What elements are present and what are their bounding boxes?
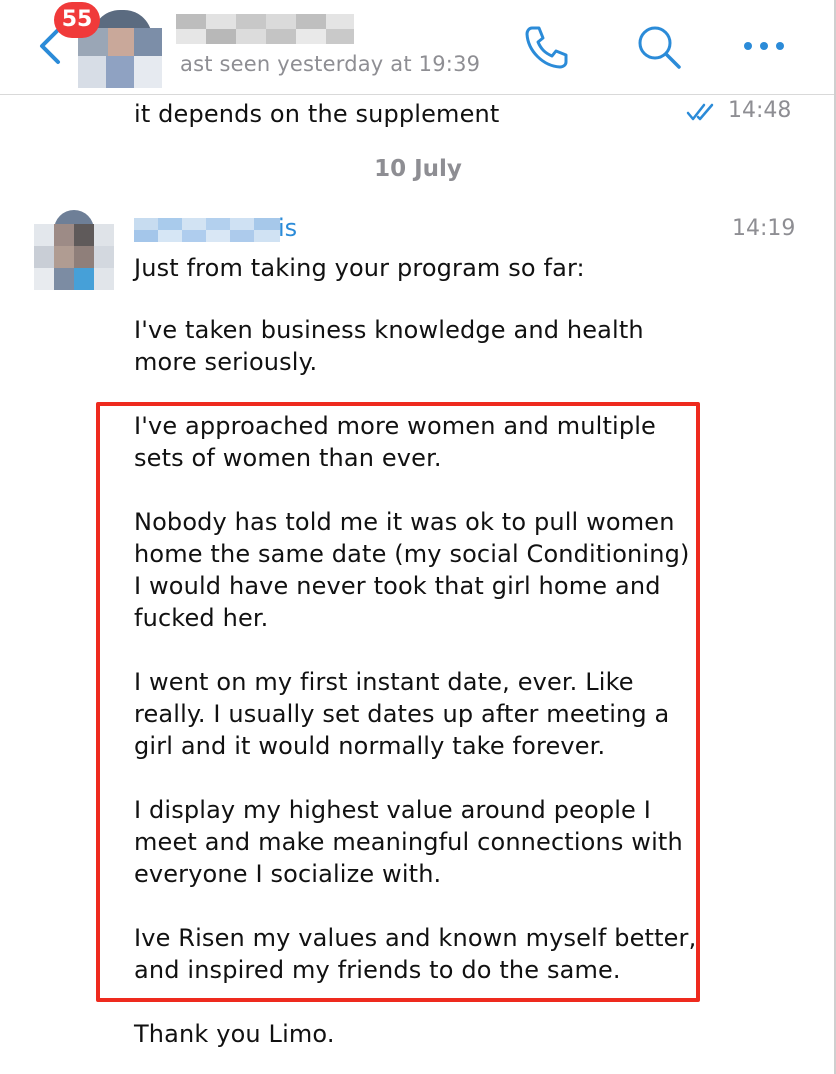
contact-name-redacted[interactable]	[176, 14, 354, 44]
message-paragraph: Thank you Limo.	[134, 1020, 335, 1048]
phone-icon	[525, 26, 568, 69]
unread-count-badge: 55	[54, 2, 100, 38]
last-seen-status: ast seen yesterday at 19:39	[180, 52, 481, 76]
search-button[interactable]	[636, 24, 682, 70]
sender-avatar[interactable]	[34, 210, 114, 290]
more-horizontal-icon	[744, 42, 784, 50]
date-separator: 10 July	[374, 156, 462, 182]
search-icon	[638, 26, 681, 69]
chat-header: 55 ast seen yesterday at 19:39	[0, 0, 836, 95]
more-options-button[interactable]	[742, 36, 786, 56]
highlight-annotation-box	[96, 402, 700, 1002]
message-text: it depends on the supplement	[134, 100, 500, 128]
message-time: 14:19	[732, 216, 796, 241]
message-time: 14:48	[728, 98, 792, 123]
sender-name-redacted[interactable]	[134, 218, 280, 242]
message-paragraph: I've taken business knowledge and health…	[134, 316, 644, 376]
message-paragraph: Just from taking your program so far:	[134, 254, 585, 282]
sender-name[interactable]: is	[278, 214, 297, 242]
double-check-icon	[686, 103, 714, 121]
call-button[interactable]	[522, 24, 570, 70]
